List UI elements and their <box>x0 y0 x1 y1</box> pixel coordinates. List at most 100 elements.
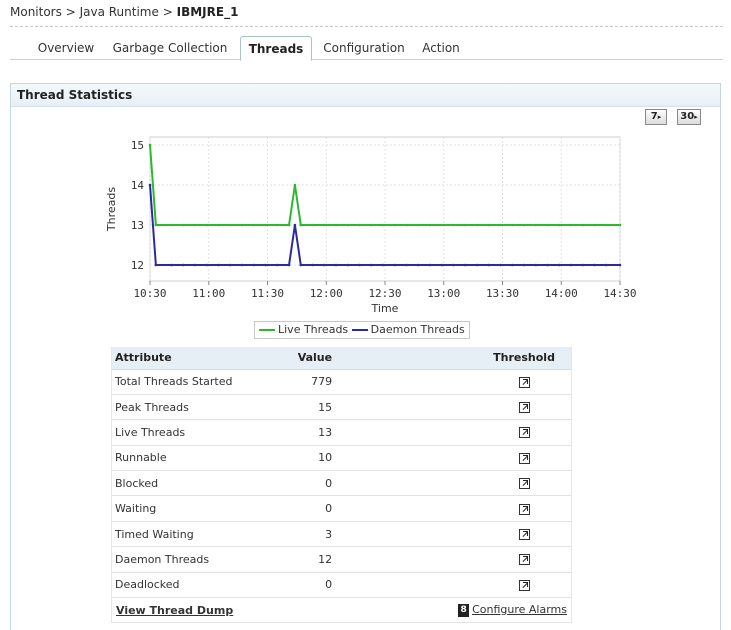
row-attribute: Blocked <box>111 470 294 497</box>
legend-item-daemon-threads: Daemon Threads <box>351 322 465 338</box>
data-point <box>358 223 361 227</box>
data-point <box>546 223 549 227</box>
data-point <box>334 263 338 267</box>
data-point <box>569 223 573 227</box>
data-point <box>522 263 526 267</box>
table-row: Blocked 0 <box>111 470 572 497</box>
data-point <box>487 263 491 267</box>
table-row: Runnable 10 <box>111 445 572 472</box>
data-point <box>346 263 350 267</box>
row-value: 10 <box>293 445 477 472</box>
row-attribute: Runnable <box>111 445 294 472</box>
data-point <box>311 223 314 227</box>
data-point <box>393 263 397 267</box>
row-threshold <box>476 470 572 497</box>
data-point <box>463 223 467 227</box>
data-point <box>228 263 232 267</box>
legend-item-live-threads: Live Threads <box>259 322 348 338</box>
data-point <box>369 223 373 227</box>
data-point <box>618 223 622 227</box>
data-point <box>205 263 209 267</box>
tab-bar: Overview Garbage Collection Threads Conf… <box>10 36 723 61</box>
data-point <box>240 263 244 267</box>
x-tick-label: 12:00 <box>310 287 343 300</box>
chart-legend: Live Threads Daemon Threads <box>254 321 470 339</box>
tab-action[interactable]: Action <box>416 36 466 60</box>
row-threshold <box>476 572 572 599</box>
x-tick-label: 14:00 <box>545 287 578 300</box>
data-point <box>275 223 279 227</box>
data-point <box>405 223 408 227</box>
tab-threads[interactable]: Threads <box>240 36 312 61</box>
x-axis-label: Time <box>371 302 399 315</box>
alarm-icon[interactable]: 8 <box>458 603 470 617</box>
row-value: 3 <box>293 521 477 548</box>
table-row: Deadlocked 0 <box>111 572 572 599</box>
row-attribute: Live Threads <box>111 419 294 446</box>
tab-overview[interactable]: Overview <box>28 36 104 60</box>
header-value: Value <box>293 347 477 370</box>
data-point <box>252 223 256 227</box>
table-row: Timed Waiting 3 <box>111 521 572 548</box>
data-point <box>510 223 514 227</box>
row-threshold <box>476 445 572 472</box>
x-tick-label: 11:30 <box>251 287 284 300</box>
data-point <box>428 223 432 227</box>
data-point <box>358 263 361 267</box>
data-point <box>581 263 585 267</box>
configure-alarms-group[interactable]: 8 Configure Alarms <box>458 603 567 617</box>
threshold-edit-icon[interactable] <box>518 452 530 464</box>
data-point <box>346 223 350 227</box>
breadcrumb-separator: > <box>65 5 76 19</box>
data-point <box>581 223 585 227</box>
threshold-edit-icon[interactable] <box>518 529 530 541</box>
data-point <box>193 263 197 267</box>
threshold-edit-icon[interactable] <box>518 376 530 388</box>
breadcrumb-divider <box>10 26 723 27</box>
configure-alarms-link[interactable]: Configure Alarms <box>472 603 567 616</box>
threshold-edit-icon[interactable] <box>518 478 530 490</box>
tab-configuration[interactable]: Configuration <box>320 36 408 60</box>
data-point <box>440 263 444 267</box>
data-point <box>148 143 152 147</box>
breadcrumb-java-runtime[interactable]: Java Runtime <box>80 5 159 19</box>
y-tick-label: 12 <box>131 259 144 272</box>
x-tick-label: 14:30 <box>603 287 636 300</box>
play-arrow-icon: ▸ <box>694 113 698 121</box>
view-thread-dump-link[interactable]: View Thread Dump <box>116 604 233 617</box>
threshold-edit-icon[interactable] <box>518 427 530 439</box>
row-threshold <box>476 495 572 522</box>
data-point <box>604 223 608 227</box>
data-point <box>475 223 479 227</box>
table-row: Total Threads Started 779 <box>111 369 572 395</box>
threshold-edit-icon[interactable] <box>518 402 530 414</box>
legend-label-live: Live Threads <box>278 323 349 336</box>
period-30-days-button[interactable]: 30▸ <box>677 109 701 125</box>
table-row: Daemon Threads 12 <box>111 546 572 573</box>
play-arrow-icon: ▸ <box>657 113 662 121</box>
period-7-days-button[interactable]: 7▸ <box>645 109 667 125</box>
row-value: 0 <box>293 470 477 497</box>
row-threshold <box>476 419 572 446</box>
row-attribute: Waiting <box>111 495 294 522</box>
threshold-edit-icon[interactable] <box>518 579 530 591</box>
threshold-edit-icon[interactable] <box>518 554 530 566</box>
data-point <box>452 223 455 227</box>
data-point <box>416 263 420 267</box>
breadcrumb-monitors[interactable]: Monitors <box>10 5 62 19</box>
tab-garbage-collection[interactable]: Garbage Collection <box>110 36 230 60</box>
data-point <box>557 223 561 227</box>
row-value: 779 <box>293 369 477 395</box>
data-point <box>393 223 397 227</box>
row-threshold <box>476 521 572 548</box>
data-point <box>510 263 514 267</box>
table-footer-row: View Thread Dump 8 Configure Alarms <box>111 599 572 623</box>
data-point <box>534 223 538 227</box>
threshold-edit-icon[interactable] <box>518 503 530 515</box>
thread-chart: 12 13 14 15 10:30 11:00 11:30 12:00 12:30 13:00 13… <box>105 136 637 315</box>
row-value: 0 <box>293 572 477 599</box>
thread-attributes-table: Attribute Value Threshold Total Threads … <box>111 347 572 599</box>
row-threshold <box>476 369 572 395</box>
data-point <box>205 223 209 227</box>
data-point <box>405 263 408 267</box>
